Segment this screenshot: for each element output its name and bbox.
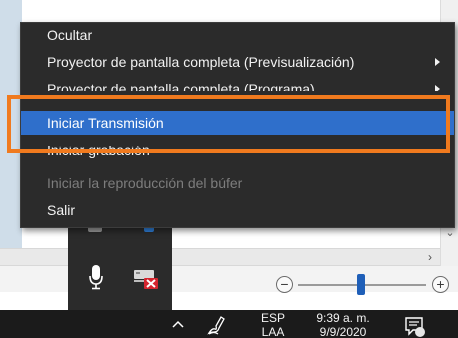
menu-item-fullscreen-projector-preview[interactable]: Proyector de pantalla completa (Previsua… bbox=[21, 50, 454, 74]
menu-item-hide[interactable]: Ocultar bbox=[21, 23, 454, 47]
zoom-in-button[interactable]: + bbox=[432, 276, 449, 293]
clock-time: 9:39 a. m. bbox=[316, 311, 370, 325]
notification-icon[interactable] bbox=[404, 315, 426, 337]
highlight-annotation-frame bbox=[7, 95, 450, 153]
menu-item-label: Proyector de pantalla completa (Programa… bbox=[47, 81, 315, 91]
zoom-out-button[interactable]: − bbox=[276, 276, 293, 293]
menu-item-fullscreen-projector-program[interactable]: Proyector de pantalla completa (Programa… bbox=[21, 77, 454, 91]
language-code: ESP bbox=[260, 311, 285, 325]
submenu-arrow-icon bbox=[435, 58, 440, 66]
input-language-indicator[interactable]: ESP LAA bbox=[258, 311, 288, 338]
menu-item-label: Salir bbox=[47, 202, 76, 218]
menu-item-label: Proyector de pantalla completa (Previsua… bbox=[47, 54, 355, 70]
microphone-icon[interactable] bbox=[88, 264, 104, 290]
horizontal-scrollbar[interactable]: › bbox=[0, 248, 440, 266]
menu-item-exit[interactable]: Salir bbox=[21, 198, 454, 222]
submenu-arrow-icon bbox=[435, 85, 440, 91]
menu-item-start-replay-buffer: Iniciar la reproducción del búfer bbox=[21, 171, 454, 195]
menu-item-label: Iniciar la reproducción del búfer bbox=[47, 175, 243, 191]
zoom-slider-thumb[interactable] bbox=[357, 274, 365, 295]
chevron-up-icon[interactable] bbox=[170, 316, 186, 332]
menu-item-label: Ocultar bbox=[47, 27, 93, 43]
system-clock[interactable]: 9:39 a. m. 9/9/2020 bbox=[305, 311, 381, 338]
chevron-down-icon[interactable]: ⌄ bbox=[443, 226, 457, 240]
keyboard-layout: LAA bbox=[261, 325, 285, 338]
network-device-error-icon[interactable] bbox=[132, 266, 160, 290]
chevron-right-icon[interactable]: › bbox=[428, 249, 432, 266]
pen-icon[interactable] bbox=[206, 314, 228, 336]
tray-overflow-flyout bbox=[68, 226, 172, 310]
clock-date: 9/9/2020 bbox=[319, 325, 367, 338]
taskbar: ESP LAA 9:39 a. m. 9/9/2020 bbox=[0, 310, 458, 338]
